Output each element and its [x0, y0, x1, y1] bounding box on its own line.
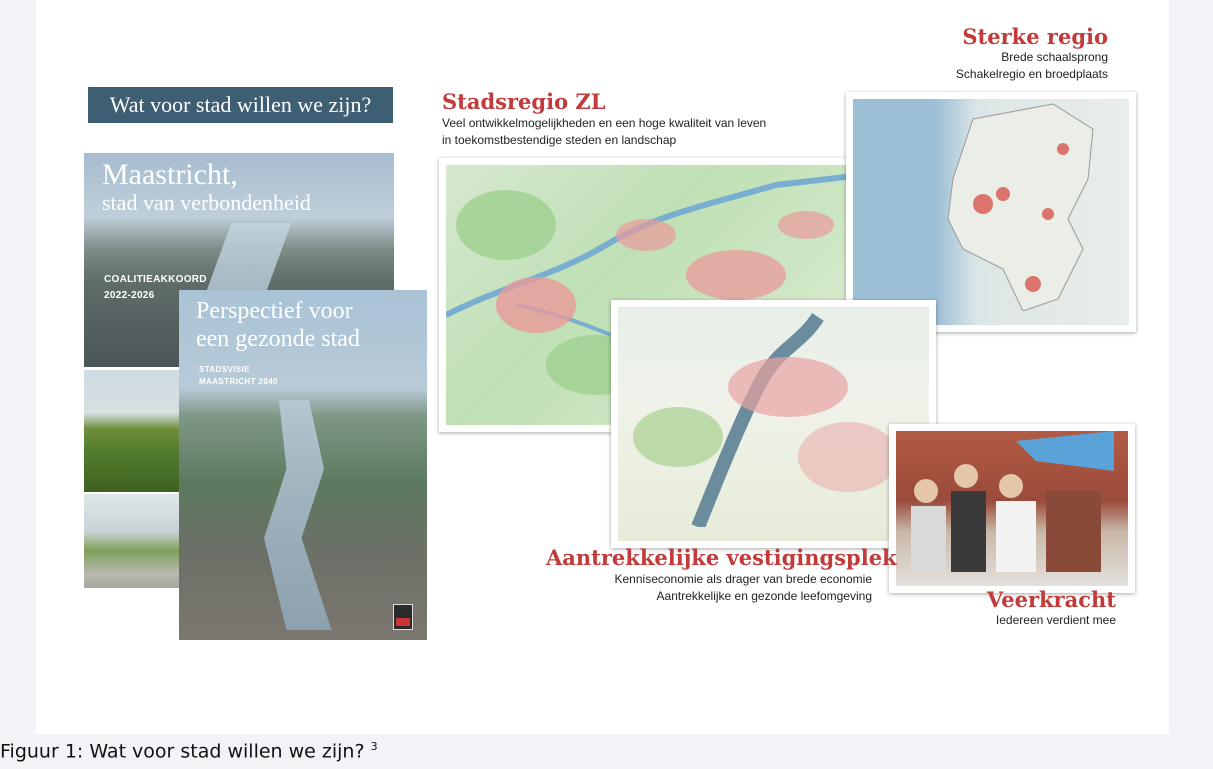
sterke-regio-line-2: Schakelregio en broedplaats — [955, 67, 1108, 81]
river-aerial-illustration — [264, 400, 332, 630]
street-photo — [84, 494, 180, 588]
cover-perspectief-label-1: STADSVISIE — [199, 365, 250, 374]
park-photo — [84, 370, 180, 492]
cover-maastricht-years: 2022-2026 — [104, 290, 155, 301]
stadsregio-line-2: in toekomstbestendige steden en landscha… — [442, 133, 677, 147]
people-celebration-photo — [889, 424, 1135, 593]
aantrekkelijke-line-2: Aantrekkelijke en gezonde leefomgeving — [656, 589, 872, 603]
banner-title: Wat voor stad willen we zijn? — [88, 87, 393, 123]
sterke-regio-title: Sterke regio — [962, 24, 1108, 49]
cover-perspectief-title-2: een gezonde stad — [196, 326, 360, 352]
cover-perspectief-title-1: Perspectief voor — [196, 298, 353, 324]
netherlands-map — [846, 92, 1136, 332]
city-map — [611, 300, 936, 548]
sterke-regio-description: Brede schaalsprong Schakelregio en broed… — [880, 49, 1108, 83]
caption-text: Figuur 1: Wat voor stad willen we zijn? — [0, 740, 365, 763]
flag-badge-icon — [393, 604, 413, 630]
caption-footnote[interactable]: 3 — [371, 740, 378, 753]
veerkracht-title: Veerkracht — [986, 587, 1116, 612]
sterke-regio-line-1: Brede schaalsprong — [1001, 50, 1108, 64]
aantrekkelijke-description: Kenniseconomie als drager van brede econ… — [546, 571, 873, 605]
cover-perspectief-label-2: MAASTRICHT 2040 — [199, 377, 278, 386]
photo-illustration — [911, 431, 1114, 572]
aantrekkelijke-line-1: Kenniseconomie als drager van brede econ… — [614, 572, 873, 586]
country-map-illustration — [947, 103, 1094, 311]
aantrekkelijke-title: Aantrekkelijke vestigingsplek — [546, 545, 897, 570]
figure-caption: Figuur 1: Wat voor stad willen we zijn? … — [0, 740, 378, 762]
stadsregio-title: Stadsregio ZL — [442, 89, 606, 114]
veerkracht-description: Iedereen verdient mee — [995, 613, 1116, 627]
cover-maastricht-title: Maastricht, — [102, 158, 238, 191]
cover-perspectief: Perspectief voor een gezonde stad STADSV… — [179, 290, 427, 640]
cover-maastricht-subtitle: stad van verbondenheid — [102, 190, 311, 215]
city-map-illustration — [633, 312, 898, 527]
cover-maastricht-label: COALITIEAKKOORD — [104, 274, 207, 285]
stadsregio-description: Veel ontwikkelmogelijkheden en een hoge … — [442, 115, 766, 149]
stadsregio-line-1: Veel ontwikkelmogelijkheden en een hoge … — [442, 116, 767, 130]
